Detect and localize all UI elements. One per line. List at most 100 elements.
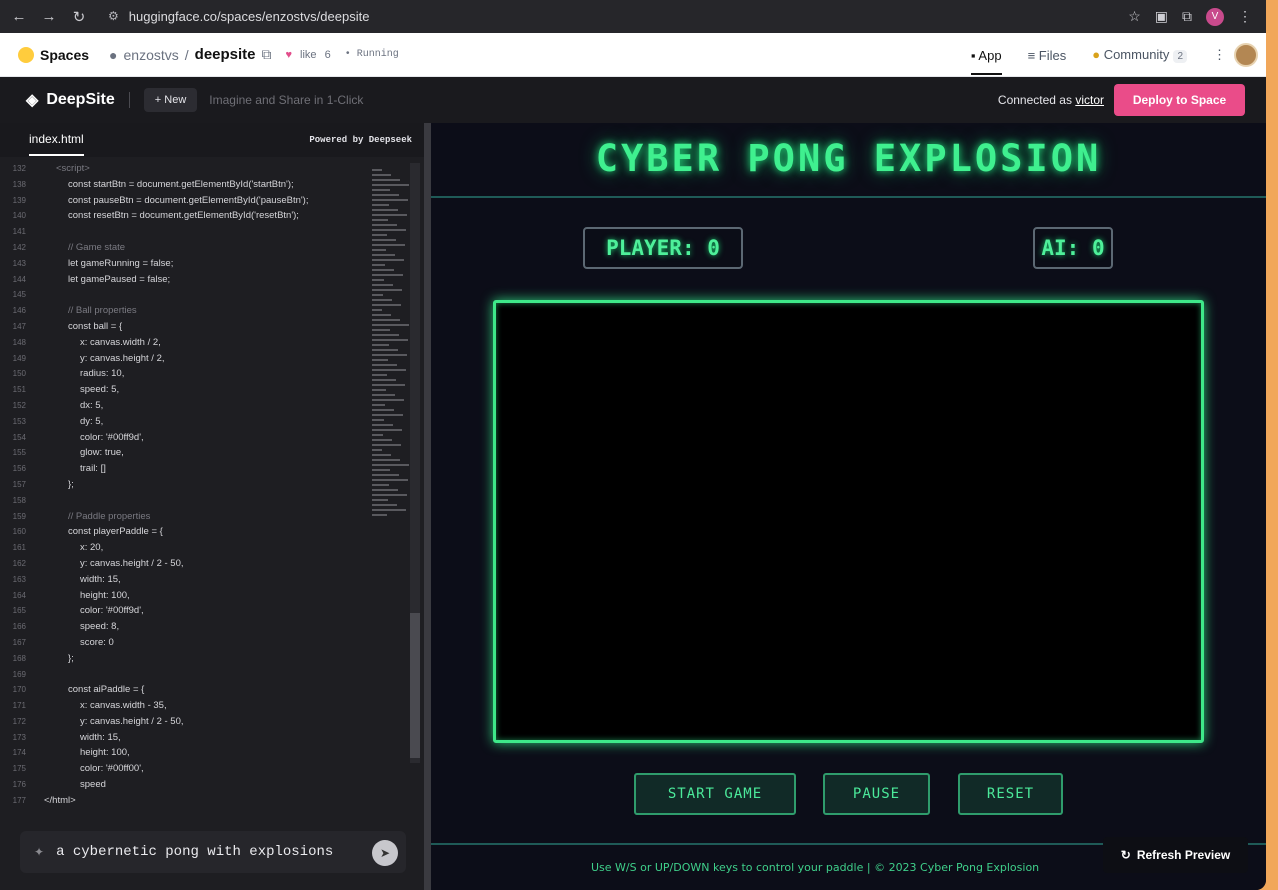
code-line[interactable]: 154 color: '#00ff9d', — [0, 430, 370, 446]
code-minimap[interactable] — [372, 169, 412, 609]
minimap-line — [372, 354, 407, 356]
code-line[interactable]: 146 // Ball properties — [0, 303, 370, 319]
code-line[interactable]: 163 width: 15, — [0, 572, 370, 588]
code-line[interactable]: 141 — [0, 224, 370, 240]
breadcrumb-owner[interactable]: enzostvs — [124, 47, 179, 63]
star-icon[interactable]: ☆ — [1128, 8, 1141, 25]
reset-button[interactable]: RESET — [958, 773, 1063, 815]
code-line[interactable]: 167 score: 0 — [0, 635, 370, 651]
tab-files[interactable]: ≡ Files — [1028, 48, 1067, 63]
code-line[interactable]: 155 glow: true, — [0, 445, 370, 461]
code-line[interactable]: 148 x: canvas.width / 2, — [0, 335, 370, 351]
new-button[interactable]: + New — [143, 88, 198, 112]
minimap-line — [372, 489, 398, 491]
code-text: x: canvas.width / 2, — [80, 336, 161, 348]
menu-icon[interactable]: ⋮ — [1238, 8, 1252, 25]
puzzle-icon[interactable]: ⧉ — [1182, 8, 1192, 25]
code-line[interactable]: 161 x: 20, — [0, 540, 370, 556]
minimap-line — [372, 409, 394, 411]
code-line[interactable]: 164 height: 100, — [0, 588, 370, 604]
tab-app[interactable]: ▪ App — [970, 48, 1002, 75]
like-count: 6 — [324, 48, 331, 61]
code-line[interactable]: 162 y: canvas.height / 2 - 50, — [0, 556, 370, 572]
code-area[interactable]: 132 <script> 138 const startBtn = document.… — [0, 161, 370, 811]
panel-resizer[interactable] — [424, 123, 431, 890]
code-line[interactable]: 165 color: '#00ff9d', — [0, 603, 370, 619]
code-line[interactable]: 174 height: 100, — [0, 745, 370, 761]
tab-community[interactable]: ● Community 2 — [1092, 47, 1187, 63]
deploy-button[interactable]: Deploy to Space — [1114, 84, 1245, 116]
minimap-line — [372, 459, 400, 461]
code-line[interactable]: 140 const resetBtn = document.getElementB… — [0, 208, 370, 224]
like-label: like — [300, 48, 317, 61]
game-canvas[interactable] — [493, 300, 1204, 743]
code-line[interactable]: 157}; — [0, 477, 370, 493]
code-text: y: canvas.height / 2, — [80, 352, 165, 364]
deepsite-logo[interactable]: ◈ DeepSite — [26, 90, 115, 110]
prompt-input[interactable]: ✦ a cybernetic pong with explosions ➤ — [20, 831, 406, 873]
profile-avatar[interactable]: V — [1206, 7, 1224, 26]
prompt-text: a cybernetic pong with explosions — [56, 844, 334, 860]
code-line[interactable]: 171 x: canvas.width - 35, — [0, 698, 370, 714]
user-avatar[interactable] — [1234, 43, 1258, 67]
line-number: 151 — [12, 385, 26, 395]
line-number: 139 — [12, 195, 26, 205]
minimap-line — [372, 244, 405, 246]
breadcrumb-repo[interactable]: deepsite — [195, 46, 256, 63]
code-line[interactable]: 144 let gamePaused = false; — [0, 272, 370, 288]
community-icon: ● — [1092, 47, 1104, 62]
like-button[interactable]: ♥ like 6 — [286, 49, 331, 61]
start-game-button[interactable]: START GAME — [634, 773, 796, 815]
code-line[interactable]: 168}; — [0, 651, 370, 667]
code-line[interactable]: 132 <script> — [0, 161, 370, 177]
code-line[interactable]: 173 width: 15, — [0, 730, 370, 746]
code-line[interactable]: 150 radius: 10, — [0, 366, 370, 382]
forward-icon[interactable]: → — [38, 6, 60, 28]
code-line[interactable]: 153 dy: 5, — [0, 414, 370, 430]
code-line[interactable]: 170 const aiPaddle = { — [0, 682, 370, 698]
site-settings-icon[interactable]: ⚙ — [108, 9, 119, 23]
pause-button[interactable]: PAUSE — [823, 773, 930, 815]
reload-icon[interactable]: ↻ — [68, 6, 90, 28]
code-line[interactable]: 152 dx: 5, — [0, 398, 370, 414]
line-number: 149 — [12, 353, 26, 363]
line-number: 142 — [12, 242, 26, 252]
code-line[interactable]: 158 — [0, 493, 370, 509]
minimap-line — [372, 364, 397, 366]
code-text: width: 15, — [80, 731, 121, 743]
code-line[interactable]: 175 color: '#00ff00', — [0, 761, 370, 777]
copy-icon[interactable]: ⧉ — [262, 46, 272, 63]
minimap-line — [372, 224, 397, 226]
code-line[interactable]: 166 speed: 8, — [0, 619, 370, 635]
more-options-icon[interactable]: ⋮ — [1213, 47, 1226, 63]
minimap-line — [372, 229, 406, 231]
code-line[interactable]: 139 const pauseBtn = document.getElementB… — [0, 193, 370, 209]
code-line[interactable]: 176 speed — [0, 777, 370, 793]
connected-user-link[interactable]: victor — [1075, 93, 1104, 107]
code-line[interactable]: 172 y: canvas.height / 2 - 50, — [0, 714, 370, 730]
hf-spaces-link[interactable]: Spaces — [18, 46, 89, 63]
code-line[interactable]: 156 trail: [] — [0, 461, 370, 477]
code-line[interactable]: 142 // Game state — [0, 240, 370, 256]
code-line[interactable]: 138 const startBtn = document.getElementB… — [0, 177, 370, 193]
address-bar[interactable]: ⚙ huggingface.co/spaces/enzostvs/deepsit… — [108, 3, 1108, 29]
code-line[interactable]: 143 let gameRunning = false; — [0, 256, 370, 272]
code-line[interactable]: 147 const ball = { — [0, 319, 370, 335]
code-line[interactable]: 149 y: canvas.height / 2, — [0, 351, 370, 367]
code-line[interactable]: 177 </html> — [0, 793, 370, 809]
code-text: const aiPaddle = { — [68, 684, 145, 696]
back-icon[interactable]: ← — [8, 6, 30, 28]
minimap-line — [372, 249, 386, 251]
code-line[interactable]: 145 — [0, 287, 370, 303]
browser-toolbar: ← → ↻ ⚙ huggingface.co/spaces/enzostvs/d… — [0, 0, 1266, 33]
send-icon[interactable]: ➤ — [372, 840, 398, 866]
code-line[interactable]: 160 const playerPaddle = { — [0, 524, 370, 540]
code-line[interactable]: 169 — [0, 667, 370, 683]
refresh-preview-button[interactable]: ↻ Refresh Preview — [1103, 837, 1248, 873]
tab-index-html[interactable]: index.html — [29, 124, 84, 156]
hf-header: Spaces ● enzostvs / deepsite ⧉ ♥ like 6 … — [0, 33, 1266, 77]
code-line[interactable]: 159 // Paddle properties — [0, 509, 370, 525]
editor-scrollbar-thumb[interactable] — [410, 613, 420, 758]
code-line[interactable]: 151 speed: 5, — [0, 382, 370, 398]
extension-icon[interactable]: ▣ — [1155, 8, 1168, 25]
